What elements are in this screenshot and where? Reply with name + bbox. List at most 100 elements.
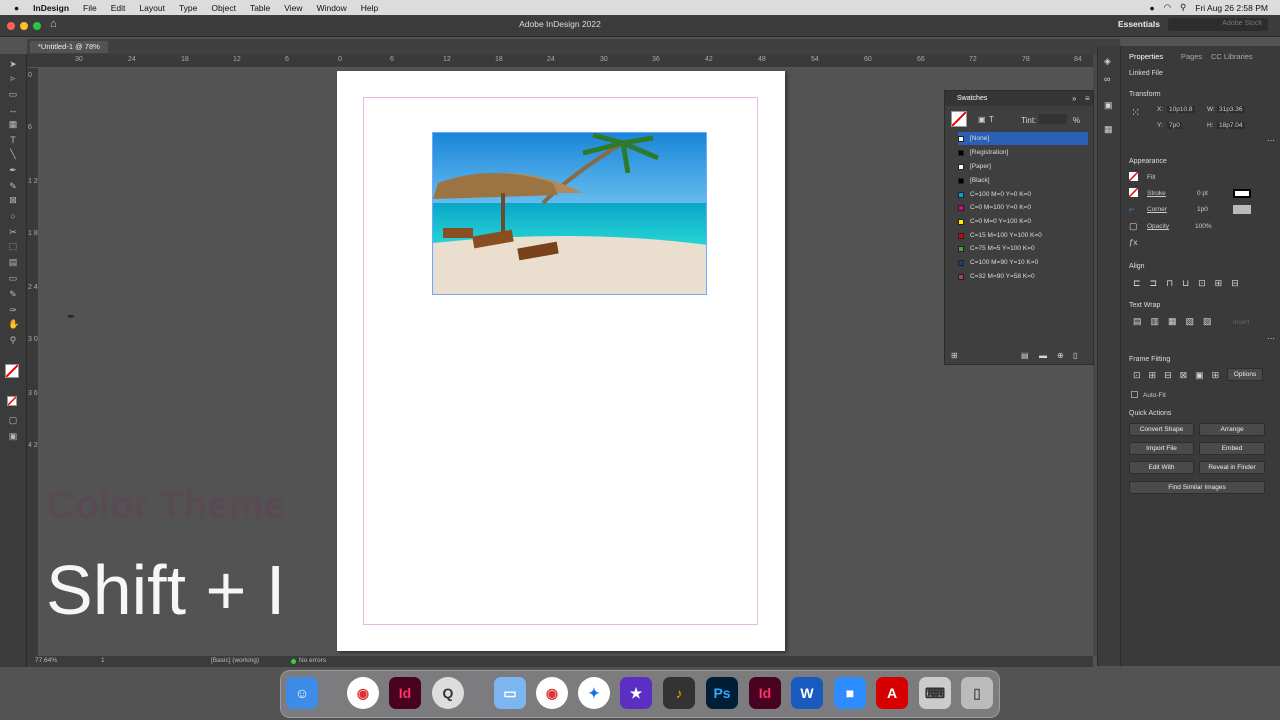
new-swatch-icon[interactable]: ⊕ (1057, 351, 1064, 360)
gradient-tool-icon[interactable]: ▤ (8, 258, 18, 267)
tab-properties[interactable]: Properties (1129, 52, 1163, 61)
menu-view[interactable]: View (284, 3, 302, 13)
screen-mode-icon[interactable]: ▣ (8, 432, 18, 441)
corner-shape-select[interactable] (1233, 205, 1251, 214)
swatch-row[interactable]: [Registration] (958, 146, 1088, 159)
tab-cc-libraries[interactable]: CC Libraries (1211, 52, 1253, 61)
line-tool-icon[interactable]: ╲ (8, 150, 18, 159)
swatch-row[interactable]: C=75 M=5 Y=100 K=0 (958, 242, 1088, 255)
content-collector-icon[interactable]: ▦ (8, 120, 18, 129)
indesign-icon[interactable]: Id (389, 677, 421, 709)
gap-tool-icon[interactable]: ↔ (8, 106, 18, 115)
chrome-icon[interactable]: ◉ (347, 677, 379, 709)
effects-icon[interactable]: ƒx (1129, 238, 1137, 247)
menu-help[interactable]: Help (361, 3, 378, 13)
menu-window[interactable]: Window (317, 3, 347, 13)
image-frame[interactable] (432, 132, 707, 295)
direct-selection-tool-icon[interactable]: ▹ (8, 74, 18, 83)
fitting-options-button[interactable]: Options (1227, 368, 1263, 381)
swatch-row[interactable]: C=100 M=0 Y=0 K=0 (958, 188, 1088, 201)
fill-proxy[interactable] (951, 111, 967, 127)
pen-tool-icon[interactable]: ✒ (8, 166, 18, 175)
indesign-icon[interactable]: Id (749, 677, 781, 709)
imovie-icon[interactable]: ★ (620, 677, 652, 709)
acrobat-icon[interactable]: A (876, 677, 908, 709)
note-tool-icon[interactable]: ▭ (8, 274, 18, 283)
find-similar-images-button[interactable]: Find Similar Images (1129, 481, 1265, 494)
record-icon[interactable]: ● (1149, 3, 1154, 13)
color-theme-icon[interactable]: ▤ (1021, 351, 1029, 360)
chrome-icon[interactable]: ◉ (536, 677, 568, 709)
tab-pages[interactable]: Pages (1181, 52, 1202, 61)
edit-with-button[interactable]: Edit With (1129, 461, 1194, 474)
delete-swatch-icon[interactable]: ▯ (1073, 351, 1077, 360)
page-tool-icon[interactable]: ▭ (8, 90, 18, 99)
stroke-weight-field[interactable]: 0 pt (1197, 190, 1208, 197)
search-icon[interactable]: ⚲ (1180, 2, 1186, 13)
panel-collapse-icon[interactable]: » (1072, 94, 1076, 103)
panel-menu-icon[interactable]: ≡ (1085, 94, 1090, 103)
page-number[interactable]: 1 (101, 657, 105, 664)
menu-file[interactable]: File (83, 3, 97, 13)
ellipse-tool-icon[interactable]: ○ (8, 212, 18, 221)
stroke-label[interactable]: Stroke (1147, 190, 1166, 197)
swatch-row[interactable]: C=0 M=0 Y=100 K=0 (958, 215, 1088, 228)
folder-icon[interactable]: ▭ (494, 677, 526, 709)
menu-app[interactable]: InDesign (33, 3, 69, 13)
swatch-row[interactable]: [Paper] (958, 160, 1088, 173)
w-field[interactable]: 31p3.36 (1217, 106, 1245, 113)
pencil-tool-icon[interactable]: ✎ (8, 182, 18, 191)
color-theme-tool-icon[interactable]: ✎ (8, 290, 18, 299)
menu-type[interactable]: Type (179, 3, 197, 13)
stroke-swatch[interactable] (7, 396, 17, 406)
preview-mode-icon[interactable]: ▢ (8, 416, 18, 425)
arrange-button[interactable]: Arrange (1199, 423, 1265, 436)
corner-icon[interactable]: ⌐ (1129, 204, 1134, 214)
reference-point-icon[interactable]: ⁙ (1131, 106, 1140, 119)
stroke-type-select[interactable] (1233, 189, 1251, 198)
scissors-tool-icon[interactable]: ✂ (8, 228, 18, 237)
selection-tool-icon[interactable]: ➤ (8, 60, 18, 69)
corner-label[interactable]: Corner (1147, 206, 1167, 213)
y-field[interactable]: 7p0 (1167, 122, 1182, 129)
menu-object[interactable]: Object (211, 3, 236, 13)
fitting-buttons-icon[interactable]: ⊡⊞⊟⊠▣⊞ (1133, 370, 1227, 381)
workspace-switcher[interactable]: Essentials (1118, 19, 1160, 29)
clock[interactable]: Fri Aug 26 2:58 PM (1195, 3, 1268, 13)
more-options-icon[interactable]: ⋯ (1267, 334, 1275, 343)
swatch-row[interactable]: C=0 M=100 Y=0 K=0 (958, 201, 1088, 214)
opacity-field[interactable]: 100% (1195, 223, 1212, 230)
zoom-level[interactable]: 77.64% (35, 657, 57, 664)
swatch-row[interactable]: [None] (958, 132, 1088, 145)
swatch-row[interactable]: C=32 M=90 Y=58 K=0 (958, 270, 1088, 283)
type-tool-icon[interactable]: T (8, 136, 18, 145)
text-wrap-buttons-icon[interactable]: ▤▥▦▧▨ (1133, 316, 1221, 327)
eyedropper-tool-icon[interactable]: ✑ (8, 306, 18, 315)
word-icon[interactable]: W (791, 677, 823, 709)
stroke-chip[interactable] (1128, 187, 1139, 198)
opacity-label[interactable]: Opacity (1147, 223, 1169, 230)
text-formatting-icon[interactable]: T (989, 115, 994, 124)
import-file-button[interactable]: Import File (1129, 442, 1194, 455)
align-buttons-icon[interactable]: ⊏⊐⊓⊔⊡⊞⊟ (1133, 278, 1248, 289)
apple-menu-icon[interactable]: ● (14, 3, 19, 13)
layers-icon[interactable]: ◈ (1104, 56, 1111, 67)
container-icon[interactable]: ▣ (978, 115, 986, 124)
zoom-tool-icon[interactable]: ⚲ (8, 336, 18, 345)
zoom-icon[interactable]: ■ (834, 677, 866, 709)
wifi-icon[interactable]: ◠ (1164, 2, 1171, 13)
stock-search-input[interactable]: Adobe Stock (1168, 18, 1268, 31)
trash-icon[interactable]: ▯ (961, 677, 993, 709)
keyboard-icon[interactable]: ⌨ (919, 677, 951, 709)
swatch-row[interactable]: [Black] (958, 174, 1088, 187)
menu-layout[interactable]: Layout (139, 3, 165, 13)
corner-size-field[interactable]: 1p0 (1197, 206, 1208, 213)
fill-swatch[interactable] (5, 364, 19, 378)
menu-table[interactable]: Table (250, 3, 270, 13)
stroke-panel-icon[interactable]: ▣ (1104, 100, 1113, 111)
tint-input[interactable] (1039, 114, 1067, 124)
swatch-row[interactable]: C=15 M=100 Y=100 K=0 (958, 229, 1088, 242)
swatches-panel-icon[interactable]: ▦ (1104, 124, 1113, 135)
swatch-row[interactable]: C=100 M=90 Y=10 K=0 (958, 256, 1088, 269)
preflight-profile[interactable]: [Basic] (working) (211, 657, 259, 664)
